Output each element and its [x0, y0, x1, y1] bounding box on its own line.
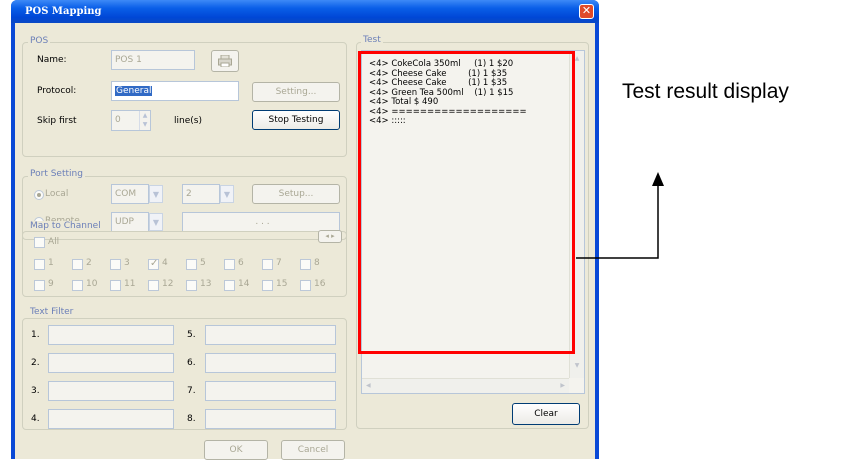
name-label: Name:: [37, 55, 67, 65]
filter-8-field[interactable]: [205, 409, 336, 429]
channel-3-checkbox[interactable]: [110, 259, 121, 270]
filter-6-field[interactable]: [205, 353, 336, 373]
channel-8-label: 8: [314, 258, 320, 268]
channel-9-checkbox[interactable]: [34, 280, 45, 291]
channel-6-label: 6: [238, 258, 244, 268]
filter-2-field[interactable]: [48, 353, 174, 373]
local-port-select[interactable]: 2: [182, 184, 220, 204]
channel-15-checkbox[interactable]: [262, 280, 273, 291]
lines-label: line(s): [174, 116, 202, 126]
printer-icon: [218, 54, 232, 68]
channel-16-checkbox[interactable]: [300, 280, 311, 291]
text-filter-label: Text Filter: [28, 307, 76, 317]
channel-group: [22, 231, 347, 297]
all-checkbox[interactable]: [34, 237, 45, 248]
filter-3-field[interactable]: [48, 381, 174, 401]
local-type-select[interactable]: COM: [111, 184, 149, 204]
channel-15-label: 15: [276, 279, 288, 289]
remote-type-dropdown-icon[interactable]: ▼: [149, 213, 163, 231]
test-group-label: Test: [361, 35, 383, 45]
scroll-down-icon[interactable]: ▼: [570, 362, 584, 369]
channel-13-label: 13: [200, 279, 212, 289]
channel-5-checkbox[interactable]: [186, 259, 197, 270]
protocol-field[interactable]: General: [111, 81, 239, 101]
skip-spinner[interactable]: ▲ ▼: [139, 111, 150, 130]
filter-1-field[interactable]: [48, 325, 174, 345]
scroll-left-icon[interactable]: ◀: [366, 382, 371, 389]
scroll-right-icon[interactable]: ▶: [560, 382, 565, 389]
close-button[interactable]: ✕: [579, 4, 594, 19]
channel-14-checkbox[interactable]: [224, 280, 235, 291]
channel-14-label: 14: [238, 279, 250, 289]
local-port-dropdown-icon[interactable]: ▼: [220, 185, 234, 203]
channel-12-checkbox[interactable]: [148, 280, 159, 291]
cancel-button[interactable]: Cancel: [281, 440, 345, 460]
test-horizontal-scrollbar[interactable]: ◀ ▶: [362, 378, 569, 393]
channel-4-checkbox[interactable]: [148, 258, 159, 270]
annotation-label: Test result display: [622, 80, 789, 103]
name-field[interactable]: POS 1: [111, 50, 195, 70]
channel-group-label: Map to Channel: [28, 221, 103, 231]
test-highlight-box: [358, 51, 575, 354]
port-group-label: Port Setting: [28, 169, 85, 179]
channel-8-checkbox[interactable]: [300, 259, 311, 270]
pos-group-label: POS: [28, 36, 51, 46]
channel-1-checkbox[interactable]: [34, 259, 45, 270]
channel-2-checkbox[interactable]: [72, 259, 83, 270]
channel-7-checkbox[interactable]: [262, 259, 273, 270]
filter-1-label: 1.: [31, 330, 40, 340]
all-label: All: [48, 237, 60, 247]
filter-4-label: 4.: [31, 414, 40, 424]
skip-value: 0: [115, 115, 121, 125]
channel-1-label: 1: [48, 258, 54, 268]
filter-3-label: 3.: [31, 386, 40, 396]
filter-5-field[interactable]: [205, 325, 336, 345]
window-title: POS Mapping: [25, 6, 102, 17]
setting-button[interactable]: Setting...: [252, 82, 340, 102]
channel-16-label: 16: [314, 279, 326, 289]
local-type-dropdown-icon[interactable]: ▼: [149, 185, 163, 203]
channel-13-checkbox[interactable]: [186, 280, 197, 291]
channel-11-label: 11: [124, 279, 136, 289]
stop-testing-button[interactable]: Stop Testing: [252, 110, 340, 130]
channel-11-checkbox[interactable]: [110, 280, 121, 291]
spin-down-icon: ▼: [142, 121, 148, 128]
filter-5-label: 5.: [187, 330, 196, 340]
protocol-value: General: [115, 86, 153, 96]
annotation-arrow: [576, 172, 664, 259]
local-label: Local: [45, 189, 69, 199]
filter-7-field[interactable]: [205, 381, 336, 401]
channel-10-label: 10: [86, 279, 98, 289]
channel-2-label: 2: [86, 258, 92, 268]
skip-label: Skip first: [37, 116, 77, 126]
print-button[interactable]: [211, 50, 239, 72]
filter-6-label: 6.: [187, 358, 196, 368]
channel-12-label: 12: [162, 279, 174, 289]
protocol-label: Protocol:: [37, 86, 77, 96]
clear-button[interactable]: Clear: [512, 403, 580, 425]
ok-button[interactable]: OK: [204, 440, 268, 460]
remote-ip-field[interactable]: . . .: [182, 212, 340, 232]
remote-type-select[interactable]: UDP: [111, 212, 149, 232]
setup-button[interactable]: Setup...: [252, 184, 340, 204]
channel-7-label: 7: [276, 258, 282, 268]
channel-page-nav[interactable]: ◂ ▸: [318, 230, 342, 243]
filter-2-label: 2.: [31, 358, 40, 368]
local-radio[interactable]: [34, 190, 44, 200]
channel-3-label: 3: [124, 258, 130, 268]
channel-4-label: 4: [162, 258, 168, 268]
filter-8-label: 8.: [187, 414, 196, 424]
channel-9-label: 9: [48, 279, 54, 289]
channel-5-label: 5: [200, 258, 206, 268]
channel-10-checkbox[interactable]: [72, 280, 83, 291]
channel-6-checkbox[interactable]: [224, 259, 235, 270]
filter-7-label: 7.: [187, 386, 196, 396]
filter-4-field[interactable]: [48, 409, 174, 429]
spin-up-icon: ▲: [142, 112, 148, 119]
